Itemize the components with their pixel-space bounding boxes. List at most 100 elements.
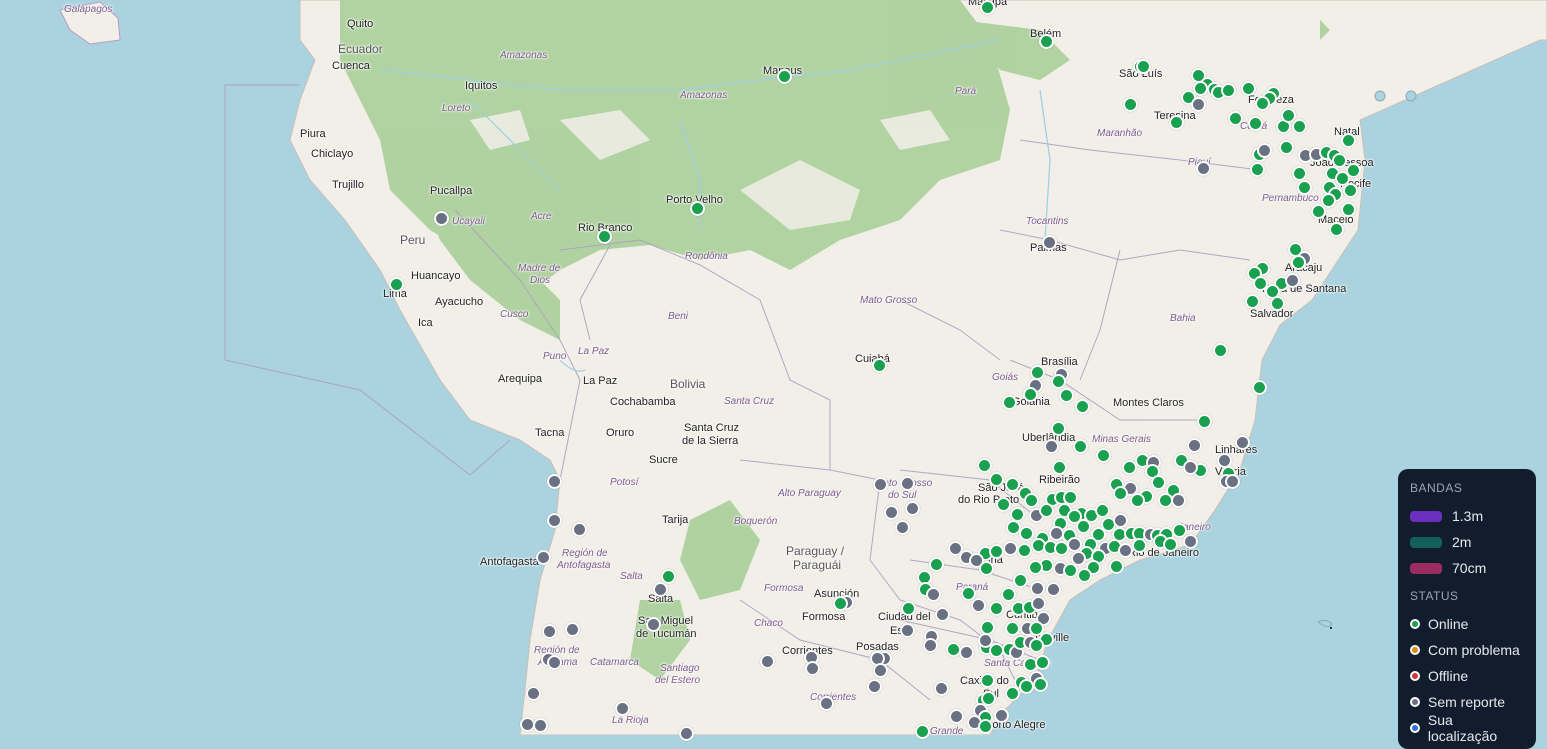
- station-marker-online[interactable]: [1073, 439, 1088, 454]
- station-marker-online[interactable]: [1039, 34, 1054, 49]
- station-marker-online[interactable]: [1063, 563, 1078, 578]
- station-marker-online[interactable]: [1052, 460, 1067, 475]
- station-marker-online[interactable]: [1136, 59, 1151, 74]
- legend-status-your-location[interactable]: Sua localização: [1410, 712, 1524, 744]
- station-marker-no-report[interactable]: [1118, 543, 1133, 558]
- station-marker-online[interactable]: [1029, 638, 1044, 653]
- station-marker-online[interactable]: [833, 596, 848, 611]
- station-marker-no-report[interactable]: [565, 622, 580, 637]
- station-marker-no-report[interactable]: [978, 633, 993, 648]
- station-marker-no-report[interactable]: [1046, 582, 1061, 597]
- station-marker-online[interactable]: [1109, 559, 1124, 574]
- station-marker-online[interactable]: [1059, 388, 1074, 403]
- station-marker-no-report[interactable]: [873, 477, 888, 492]
- station-marker-no-report[interactable]: [900, 623, 915, 638]
- station-marker-no-report[interactable]: [679, 726, 694, 741]
- station-marker-no-report[interactable]: [434, 211, 449, 226]
- station-marker-no-report[interactable]: [923, 638, 938, 653]
- station-marker-no-report[interactable]: [1113, 513, 1128, 528]
- station-marker-online[interactable]: [1033, 677, 1048, 692]
- station-marker-online[interactable]: [872, 358, 887, 373]
- station-marker-online[interactable]: [1252, 380, 1267, 395]
- station-marker-no-report[interactable]: [1183, 460, 1198, 475]
- legend-status-problem[interactable]: Com problema: [1410, 637, 1524, 663]
- station-marker-no-report[interactable]: [949, 709, 964, 724]
- station-marker-online[interactable]: [597, 229, 612, 244]
- station-marker-no-report[interactable]: [615, 701, 630, 716]
- station-marker-online[interactable]: [979, 561, 994, 576]
- station-marker-online[interactable]: [1023, 387, 1038, 402]
- station-marker-online[interactable]: [1311, 204, 1326, 219]
- station-marker-no-report[interactable]: [547, 655, 562, 670]
- station-marker-no-report[interactable]: [994, 708, 1009, 723]
- station-marker-online[interactable]: [1095, 503, 1110, 518]
- station-marker-no-report[interactable]: [646, 617, 661, 632]
- station-marker-online[interactable]: [1163, 537, 1178, 552]
- station-marker-online[interactable]: [977, 458, 992, 473]
- station-marker-online[interactable]: [690, 201, 705, 216]
- station-marker-online[interactable]: [1076, 519, 1091, 534]
- station-marker-online[interactable]: [777, 69, 792, 84]
- station-marker-no-report[interactable]: [935, 607, 950, 622]
- station-marker-online[interactable]: [1035, 655, 1050, 670]
- station-marker-online[interactable]: [915, 724, 930, 739]
- station-marker-online[interactable]: [1017, 543, 1032, 558]
- station-marker-online[interactable]: [1005, 621, 1020, 636]
- station-marker-no-report[interactable]: [653, 582, 668, 597]
- station-marker-online[interactable]: [1113, 486, 1128, 501]
- station-marker-no-report[interactable]: [805, 661, 820, 676]
- station-marker-no-report[interactable]: [819, 696, 834, 711]
- station-marker-no-report[interactable]: [1030, 581, 1045, 596]
- station-marker-no-report[interactable]: [905, 501, 920, 516]
- station-marker-online[interactable]: [1241, 81, 1256, 96]
- station-marker-online[interactable]: [980, 673, 995, 688]
- station-marker-online[interactable]: [989, 544, 1004, 559]
- station-marker-no-report[interactable]: [1003, 541, 1018, 556]
- station-marker-online[interactable]: [1019, 679, 1034, 694]
- station-marker-no-report[interactable]: [536, 550, 551, 565]
- station-marker-no-report[interactable]: [926, 587, 941, 602]
- station-marker-online[interactable]: [1051, 374, 1066, 389]
- station-marker-online[interactable]: [929, 557, 944, 572]
- station-marker-no-report[interactable]: [900, 476, 915, 491]
- legend-status-offline[interactable]: Offline: [1410, 663, 1524, 689]
- station-marker-online[interactable]: [1250, 162, 1265, 177]
- station-marker-online[interactable]: [1075, 399, 1090, 414]
- station-marker-no-report[interactable]: [1044, 439, 1059, 454]
- station-marker-no-report[interactable]: [526, 686, 541, 701]
- station-marker-online[interactable]: [901, 601, 916, 616]
- station-marker-no-report[interactable]: [873, 663, 888, 678]
- station-marker-online[interactable]: [1213, 343, 1228, 358]
- station-marker-no-report[interactable]: [542, 624, 557, 639]
- station-marker-online[interactable]: [1248, 116, 1263, 131]
- station-marker-no-report[interactable]: [1183, 534, 1198, 549]
- station-marker-online[interactable]: [980, 0, 995, 15]
- map-view[interactable]: Galápagos Quito Ecuador Cuenca Amazonas Iquit…: [0, 0, 1547, 741]
- station-marker-online[interactable]: [989, 601, 1004, 616]
- station-marker-online[interactable]: [996, 497, 1011, 512]
- station-marker-online[interactable]: [1292, 166, 1307, 181]
- legend-status-online[interactable]: Online: [1410, 611, 1524, 637]
- station-marker-online[interactable]: [1013, 573, 1028, 588]
- station-marker-online[interactable]: [1297, 180, 1312, 195]
- station-marker-no-report[interactable]: [934, 681, 949, 696]
- station-marker-online[interactable]: [1193, 81, 1208, 96]
- station-marker-online[interactable]: [1024, 493, 1039, 508]
- station-marker-online[interactable]: [1270, 296, 1285, 311]
- station-marker-no-report[interactable]: [1235, 435, 1250, 450]
- station-marker-no-report[interactable]: [1187, 438, 1202, 453]
- station-marker-online[interactable]: [1341, 133, 1356, 148]
- station-marker-no-report[interactable]: [760, 654, 775, 669]
- legend-band-2m[interactable]: 2m: [1410, 529, 1524, 555]
- station-marker-online[interactable]: [1039, 503, 1054, 518]
- station-marker-online[interactable]: [1221, 83, 1236, 98]
- station-marker-online[interactable]: [1151, 475, 1166, 490]
- station-marker-online[interactable]: [1169, 115, 1184, 130]
- station-marker-no-report[interactable]: [959, 645, 974, 660]
- station-marker-online[interactable]: [1279, 140, 1294, 155]
- station-marker-online[interactable]: [1028, 560, 1043, 575]
- station-marker-online[interactable]: [1077, 568, 1092, 583]
- station-marker-no-report[interactable]: [572, 522, 587, 537]
- station-marker-online[interactable]: [1123, 97, 1138, 112]
- station-marker-online[interactable]: [1002, 395, 1017, 410]
